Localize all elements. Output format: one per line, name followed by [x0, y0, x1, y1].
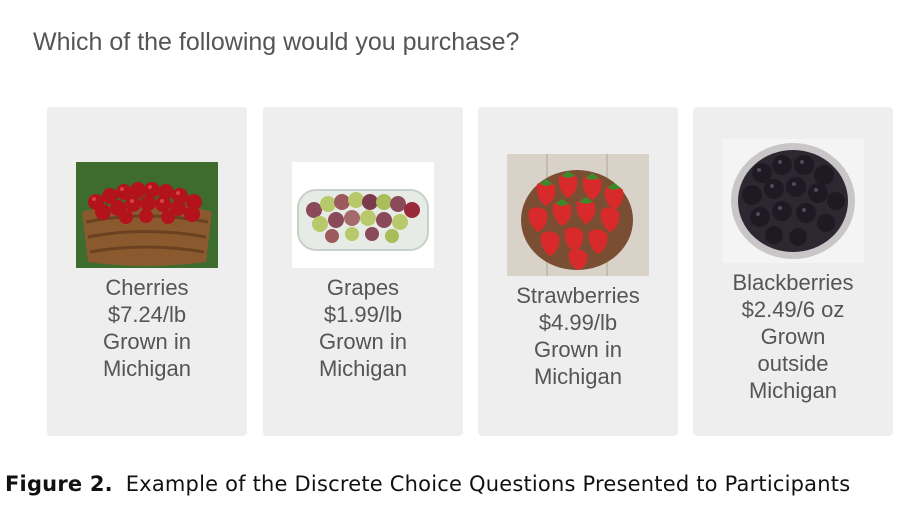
blackberries-photo — [722, 139, 864, 263]
figure-number: Figure 2. — [5, 472, 113, 496]
fruit-price: $4.99/lb — [538, 309, 618, 335]
strawberries-photo — [507, 153, 649, 276]
question-title: Which of the following would you purchas… — [33, 28, 520, 56]
option-label-blackberries: Blackberries $2.49/6 oz Grown outside Mi… — [732, 269, 853, 404]
fruit-name: Grapes — [326, 274, 400, 300]
fruit-origin: Grown in — [318, 328, 408, 354]
fruit-name: Blackberries — [732, 270, 854, 295]
fruit-origin: Grown in — [533, 336, 623, 362]
option-card-blackberries[interactable]: Blackberries $2.49/6 oz Grown outside Mi… — [693, 107, 893, 436]
option-card-strawberries[interactable]: Strawberries $4.99/lb Grown in Michigan — [478, 107, 678, 436]
fruit-origin: Michigan — [318, 355, 408, 381]
option-label-strawberries: Strawberries $4.99/lb Grown in Michigan — [516, 282, 639, 390]
fruit-price: $1.99/lb — [323, 301, 403, 327]
fruit-origin: outside — [757, 351, 829, 376]
choice-options: Cherries $7.24/lb Grown in Michigan Grap… — [47, 107, 895, 436]
figure-caption-text: Example of the Discrete Choice Questions… — [125, 472, 851, 496]
fruit-origin: Michigan — [102, 355, 192, 381]
fruit-origin: Grown — [760, 324, 826, 349]
fruit-origin: Michigan — [748, 378, 838, 403]
fruit-price: $2.49/6 oz — [741, 297, 845, 322]
fruit-origin: Michigan — [533, 363, 623, 389]
option-label-grapes: Grapes $1.99/lb Grown in Michigan — [319, 274, 407, 382]
fruit-price: $7.24/lb — [107, 301, 187, 327]
fruit-origin: Grown in — [102, 328, 192, 354]
grapes-photo — [292, 161, 434, 268]
fruit-name: Cherries — [105, 274, 189, 300]
figure-caption: Figure 2. Example of the Discrete Choice… — [5, 472, 850, 496]
option-card-grapes[interactable]: Grapes $1.99/lb Grown in Michigan — [263, 107, 463, 436]
option-label-cherries: Cherries $7.24/lb Grown in Michigan — [103, 274, 191, 382]
fruit-name: Strawberries — [516, 282, 640, 308]
cherries-photo — [76, 161, 218, 268]
option-card-cherries[interactable]: Cherries $7.24/lb Grown in Michigan — [47, 107, 247, 436]
